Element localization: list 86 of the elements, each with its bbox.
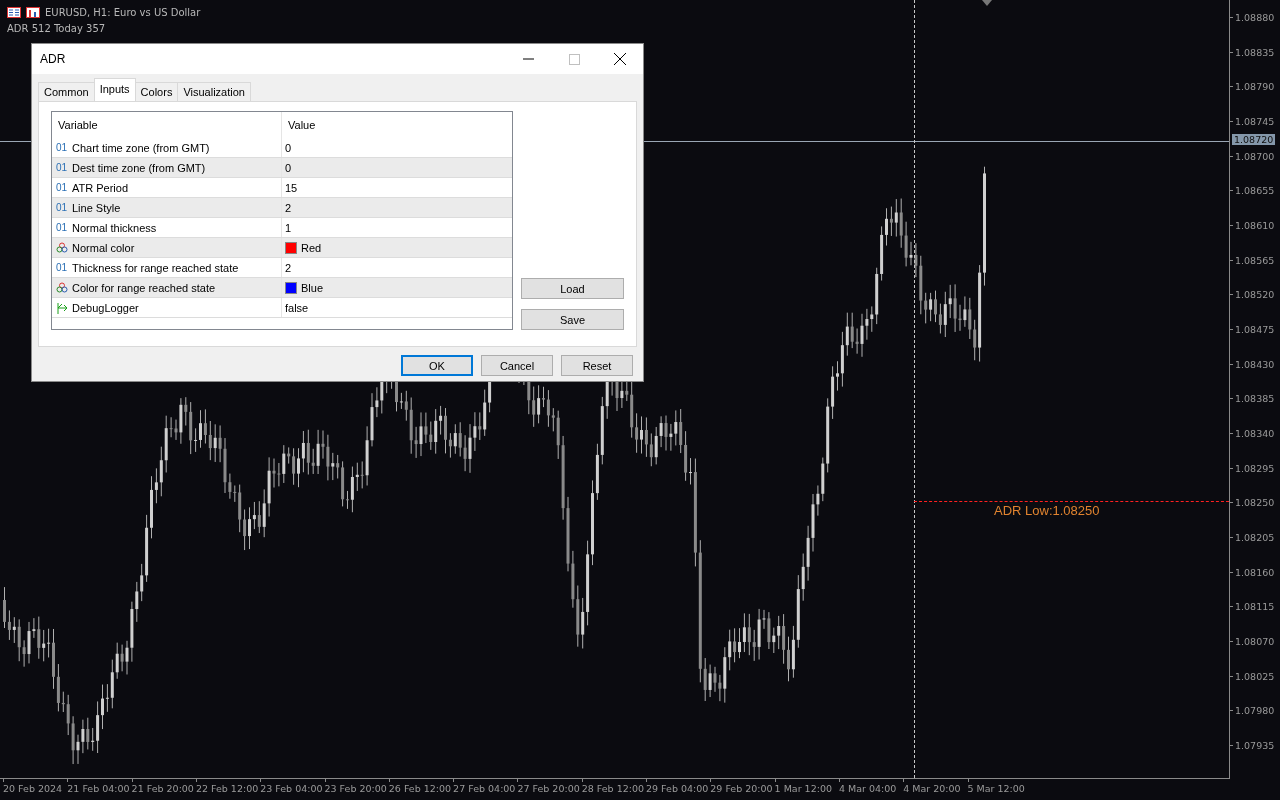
time-label: 22 Feb 12:00 [195,783,259,794]
list-icon[interactable] [7,7,21,18]
time-label: 28 Feb 12:00 [581,783,644,794]
variable-name: Color for range reached state [72,281,216,294]
column-header[interactable]: Value [282,112,512,138]
variable-value[interactable]: 15 [285,181,298,194]
price-label: 1.08655 [1235,184,1275,196]
price-label: 1.08520 [1235,288,1275,300]
price-label: 1.08565 [1235,254,1275,266]
time-label: 4 Mar 04:00 [838,783,897,794]
time-label: 23 Feb 04:00 [260,783,323,794]
price-label: 1.08700 [1235,150,1275,162]
price-label: 1.08835 [1235,46,1275,58]
price-label: 1.08610 [1235,219,1275,231]
variable-name: Line Style [72,201,121,214]
variable-value[interactable]: 0 [285,161,292,174]
side-button[interactable]: Save [521,309,624,330]
time-label: 27 Feb 20:00 [517,783,580,794]
price-label: 1.08385 [1235,392,1275,404]
integer-type-icon: 01 [56,142,68,153]
price-label: 1.08295 [1235,462,1275,474]
dialog-button[interactable]: Cancel [481,355,553,376]
time-label: 1 Mar 12:00 [774,783,832,794]
flag-arrow-icon [56,301,68,314]
side-button[interactable]: Load [521,278,624,299]
column-header[interactable]: Variable [52,112,282,138]
indicator-label: ADR 512 Today 357 [7,23,106,34]
price-label: 1.07980 [1235,704,1275,716]
variable-name: Normal color [72,241,135,254]
dialog-button[interactable]: Reset [561,355,633,376]
time-label: 20 Feb 2024 [3,783,63,794]
time-label: 29 Feb 20:00 [710,783,773,794]
price-label: 1.08160 [1235,566,1275,578]
price-label: 1.08250 [1235,496,1275,508]
maximize-icon [568,53,580,65]
time-label: 27 Feb 04:00 [453,783,516,794]
integer-type-icon: 01 [56,162,68,173]
variable-name: Thickness for range reached state [72,261,239,274]
integer-type-icon: 01 [56,262,68,273]
price-label: 1.08430 [1235,358,1275,370]
price-label: 1.08025 [1235,670,1275,682]
time-label: 4 Mar 20:00 [903,783,961,794]
variable-value[interactable]: 1 [285,221,292,234]
price-label: 1.08880 [1235,11,1275,23]
variable-value[interactable]: 2 [285,261,292,274]
integer-type-icon: 01 [56,222,68,233]
minimize-icon [522,58,534,60]
variable-value[interactable]: Red [301,241,322,254]
variable-value[interactable]: Blue [301,281,324,294]
symbol-title: EURUSD, H1: Euro vs US Dollar [45,7,201,18]
current-price-tag: 1.08720 [1232,134,1276,145]
chart-window-icon[interactable] [26,7,40,18]
color-circles-icon [56,282,68,293]
price-label: 1.08340 [1235,427,1275,439]
time-label: 29 Feb 04:00 [646,783,709,794]
tab[interactable]: Inputs [93,78,136,101]
price-label: 1.08115 [1235,600,1275,612]
time-label: 21 Feb 04:00 [67,783,130,794]
dialog-button[interactable]: OK [401,355,473,376]
color-circles-icon [56,242,68,253]
adr-low-label: ADR Low:1.08250 [994,503,1100,518]
dialog-title: ADR [40,52,67,66]
variable-value[interactable]: 0 [285,141,292,154]
time-label: 21 Feb 20:00 [131,783,194,794]
variable-value[interactable]: false [285,301,309,314]
variable-name: ATR Period [72,181,129,194]
variable-name: Normal thickness [72,221,157,234]
time-label: 26 Feb 12:00 [388,783,452,794]
integer-type-icon: 01 [56,202,68,213]
price-label: 1.07935 [1235,739,1275,751]
variable-name: Chart time zone (from GMT) [72,141,210,154]
variable-name: DebugLogger [72,301,139,314]
price-label: 1.08070 [1235,635,1275,647]
price-label: 1.08475 [1235,323,1275,335]
integer-type-icon: 01 [56,182,68,193]
time-label: 5 Mar 12:00 [967,783,1025,794]
tab[interactable]: Visualization [177,82,251,101]
time-label: 23 Feb 20:00 [324,783,387,794]
close-icon [614,53,626,65]
variable-name: Dest time zone (from GMT) [72,161,206,174]
shift-marker-icon[interactable] [982,0,992,6]
variable-value[interactable]: 2 [285,201,292,214]
price-label: 1.08205 [1235,531,1275,543]
price-label: 1.08790 [1235,80,1275,92]
price-label: 1.08745 [1235,115,1275,127]
tab[interactable]: Common [38,82,95,101]
